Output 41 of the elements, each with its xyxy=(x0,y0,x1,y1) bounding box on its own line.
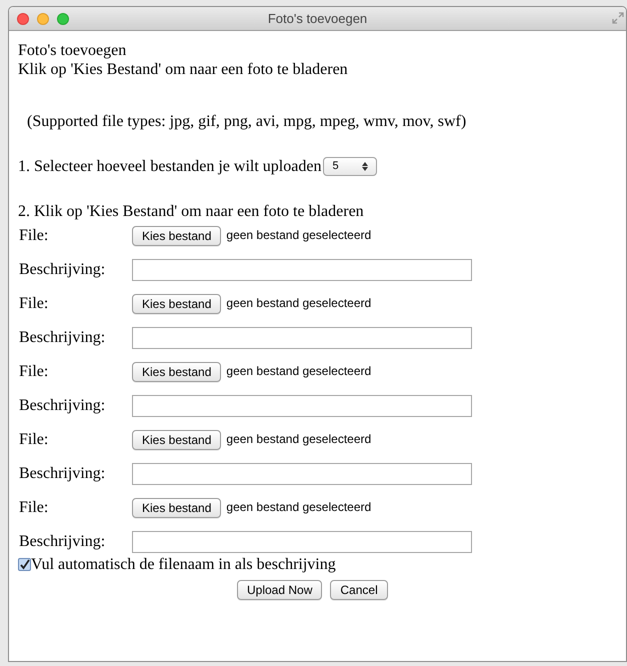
description-label: Beschrijving: xyxy=(18,464,106,483)
supported-types-text: (Supported file types: jpg, gif, png, avi, mpg, mpeg, wmv, mov, swf) xyxy=(27,112,466,131)
file-status: geen bestand geselecteerd xyxy=(226,431,372,448)
step-label: 2. Klik op 'Kies Bestand' om naar een foto te bladeren xyxy=(18,202,364,221)
file-status: geen bestand geselecteerd xyxy=(226,363,372,380)
file-label: File: xyxy=(18,294,50,313)
file-status: geen bestand geselecteerd xyxy=(226,295,372,312)
fullscreen-icon[interactable] xyxy=(612,12,624,24)
description-label: Beschrijving: xyxy=(18,396,106,415)
description-label: Beschrijving: xyxy=(18,260,106,279)
description-field[interactable] xyxy=(132,462,472,484)
choose-file-button[interactable]: Kies bestand xyxy=(132,226,222,246)
choose-file-button[interactable]: Kies bestand xyxy=(132,294,222,314)
heading: Foto's toevoegen xyxy=(18,41,126,60)
choose-file-button[interactable]: Kies bestand xyxy=(132,362,222,382)
minimize-button[interactable] xyxy=(37,12,49,24)
stepper-icon xyxy=(362,162,368,171)
intro-text: Klik op 'Kies Bestand' om naar een foto te bladeren xyxy=(18,60,348,79)
close-button[interactable] xyxy=(17,12,29,24)
step-label: 1. Selecteer hoeveel bestanden je wilt uploaden xyxy=(18,157,322,176)
cancel-button[interactable]: Cancel xyxy=(330,580,388,600)
file-label: File: xyxy=(18,362,50,381)
count-select[interactable]: 5 xyxy=(323,157,378,176)
description-label: Beschrijving: xyxy=(18,328,106,347)
autofill-label: Vul automatisch de filenaam in als beschrijving xyxy=(31,555,336,574)
description-label: Beschrijving: xyxy=(18,532,106,551)
file-label: File: xyxy=(18,498,50,517)
autofill-checkbox[interactable] xyxy=(18,558,31,571)
zoom-button[interactable] xyxy=(57,12,69,24)
description-field[interactable] xyxy=(132,530,472,552)
file-label: File: xyxy=(18,430,50,449)
choose-file-button[interactable]: Kies bestand xyxy=(132,430,222,450)
upload-button[interactable]: Upload Now xyxy=(237,580,322,600)
description-field[interactable] xyxy=(132,326,472,348)
description-field[interactable] xyxy=(132,258,472,280)
choose-file-button[interactable]: Kies bestand xyxy=(132,498,222,518)
file-status: geen bestand geselecteerd xyxy=(226,499,372,516)
file-label: File: xyxy=(18,226,50,245)
file-status: geen bestand geselecteerd xyxy=(226,227,372,244)
window-title: Foto's toevoegen xyxy=(268,10,368,28)
description-field[interactable] xyxy=(132,394,472,416)
